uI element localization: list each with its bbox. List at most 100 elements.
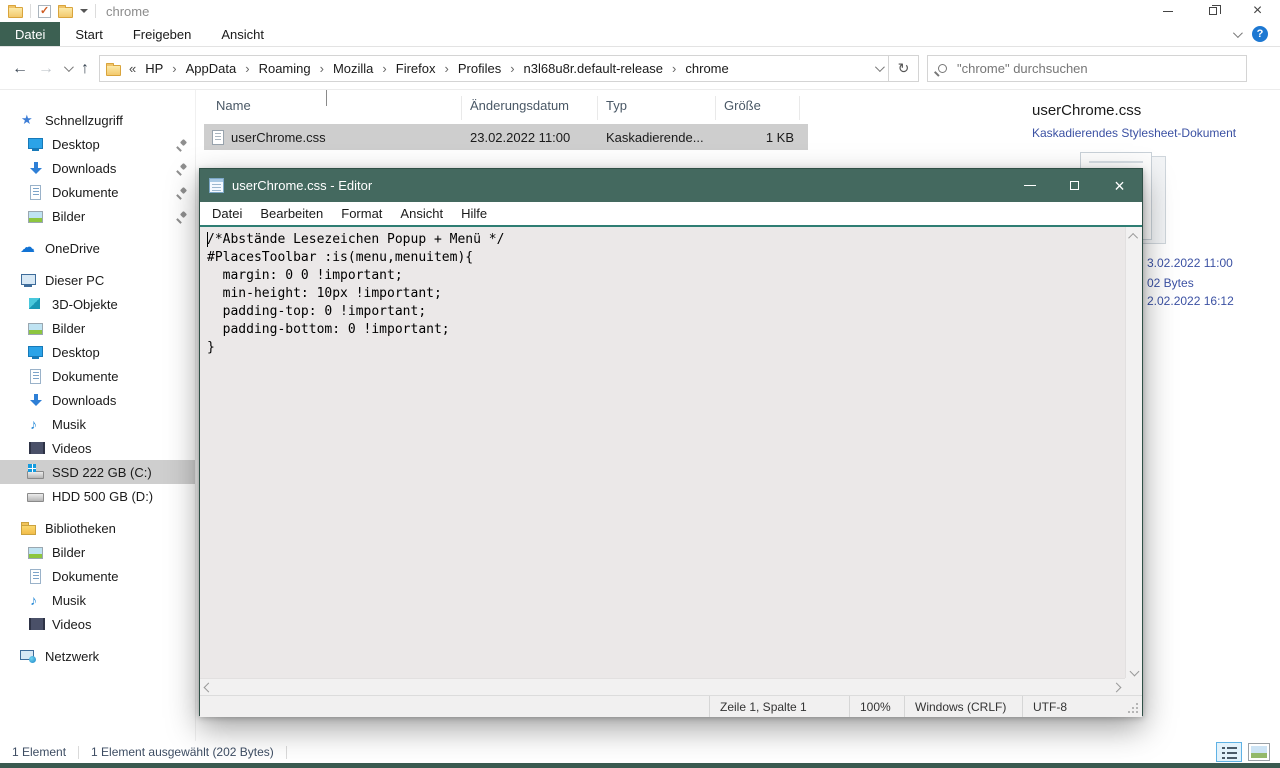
column-header-aenderungsdatum[interactable]: Änderungsdatum (462, 96, 598, 120)
scroll-right-icon[interactable] (1112, 683, 1122, 693)
sidebar-item-dokumente[interactable]: Dokumente (0, 180, 195, 204)
sidebar-item-bilder-pc[interactable]: Bilder (0, 316, 195, 340)
sidebar-item-bilder[interactable]: Bilder (0, 204, 195, 228)
breadcrumb-overflow-chevron[interactable] (129, 61, 136, 76)
sidebar-item-musik-lib[interactable]: Musik (0, 588, 195, 612)
column-header-name[interactable]: Name (196, 96, 462, 120)
minimize-icon (1163, 11, 1173, 12)
help-icon[interactable] (1252, 26, 1268, 42)
music-note-icon (27, 416, 44, 432)
notepad-titlebar[interactable]: userChrome.css - Editor (200, 169, 1142, 202)
window-controls (1145, 0, 1280, 22)
minimize-icon (1024, 185, 1036, 186)
table-row-userchrome-css[interactable]: userChrome.css 23.02.2022 11:00 Kaskadie… (204, 124, 808, 150)
sidebar-item-3d-objekte[interactable]: 3D-Objekte (0, 292, 195, 316)
sidebar-item-videos-lib[interactable]: Videos (0, 612, 195, 636)
ribbon-tabs: Datei Start Freigeben Ansicht (0, 22, 1280, 47)
horizontal-scrollbar[interactable] (200, 678, 1125, 695)
css-file-icon (212, 130, 224, 145)
sidebar-item-ssd-c[interactable]: SSD 222 GB (C:) (0, 460, 195, 484)
file-name: userChrome.css (231, 130, 326, 145)
column-header-groesse[interactable]: Größe (716, 96, 800, 120)
encoding: UTF-8 (1022, 696, 1114, 717)
address-bar[interactable]: HP AppData Roaming Mozilla Firefox Profi… (99, 55, 889, 82)
tab-freigeben[interactable]: Freigeben (118, 22, 207, 46)
tab-ansicht[interactable]: Ansicht (206, 22, 279, 46)
sidebar-item-dokumente-pc[interactable]: Dokumente (0, 364, 195, 388)
breadcrumb-profile-folder[interactable]: n3l68u8r.default-release (521, 61, 667, 76)
details-view-button[interactable] (1216, 742, 1242, 762)
recent-locations-icon[interactable] (64, 62, 74, 72)
tab-start[interactable]: Start (60, 22, 117, 46)
new-folder-icon[interactable] (58, 7, 73, 18)
notepad-close-button[interactable] (1097, 169, 1142, 202)
file-type: Kaskadierende... (598, 130, 716, 145)
restore-button[interactable] (1190, 0, 1235, 22)
customize-toolbar-icon[interactable] (80, 9, 88, 13)
sidebar-item-hdd-d[interactable]: HDD 500 GB (D:) (0, 484, 195, 508)
breadcrumb-appdata[interactable]: AppData (183, 61, 240, 76)
sidebar-item-dokumente-lib[interactable]: Dokumente (0, 564, 195, 588)
window-bottom-border (0, 763, 1280, 768)
notepad-text-area[interactable]: /*Abstände Lesezeichen Popup + Menü */ #… (200, 227, 1142, 695)
sidebar-item-dieser-pc[interactable]: Dieser PC (0, 268, 195, 292)
resize-grip[interactable] (1114, 696, 1142, 717)
forward-button[interactable] (38, 60, 54, 78)
restore-icon (1209, 7, 1217, 15)
pin-icon (176, 187, 187, 198)
breadcrumb-mozilla[interactable]: Mozilla (330, 61, 376, 76)
menu-bearbeiten[interactable]: Bearbeiten (251, 206, 332, 221)
details-file-type: Kaskadierendes Stylesheet-Dokument (1032, 126, 1236, 140)
sidebar-item-downloads[interactable]: Downloads (0, 156, 195, 180)
menu-format[interactable]: Format (332, 206, 391, 221)
search-input[interactable]: "chrome" durchsuchen (927, 55, 1247, 82)
menu-hilfe[interactable]: Hilfe (452, 206, 496, 221)
breadcrumb-separator (441, 61, 453, 76)
tab-datei[interactable]: Datei (0, 22, 60, 46)
scroll-up-icon[interactable] (1128, 233, 1138, 243)
large-icons-view-button[interactable] (1248, 743, 1270, 761)
sidebar-item-bibliotheken[interactable]: Bibliotheken (0, 516, 195, 540)
sort-ascending-icon[interactable] (326, 90, 327, 105)
breadcrumb-separator (668, 61, 680, 76)
expand-ribbon-icon[interactable] (1233, 28, 1243, 38)
sidebar-item-bilder-lib[interactable]: Bilder (0, 540, 195, 564)
refresh-button[interactable] (889, 55, 919, 82)
sidebar-item-onedrive[interactable]: OneDrive (0, 236, 195, 260)
menu-datei[interactable]: Datei (203, 206, 251, 221)
minimize-button[interactable] (1145, 0, 1190, 22)
sidebar-item-desktop-pc[interactable]: Desktop (0, 340, 195, 364)
close-button[interactable] (1235, 0, 1280, 22)
sidebar-item-musik-pc[interactable]: Musik (0, 412, 195, 436)
breadcrumb-profiles[interactable]: Profiles (455, 61, 504, 76)
explorer-window: chrome Datei Start Freigeben Ansicht HP (0, 0, 1280, 768)
sidebar-item-schnellzugriff[interactable]: Schnellzugriff (0, 108, 195, 132)
sidebar-item-downloads-pc[interactable]: Downloads (0, 388, 195, 412)
notepad-maximize-button[interactable] (1052, 169, 1097, 202)
document-icon (27, 568, 44, 584)
up-button[interactable] (81, 60, 89, 78)
window-title: chrome (106, 4, 149, 19)
downloads-arrow-icon (27, 160, 44, 176)
breadcrumb-roaming[interactable]: Roaming (256, 61, 314, 76)
column-header-typ[interactable]: Typ (598, 96, 716, 120)
properties-icon[interactable] (38, 5, 51, 18)
notepad-minimize-button[interactable] (1007, 169, 1052, 202)
menu-ansicht[interactable]: Ansicht (391, 206, 452, 221)
scroll-down-icon[interactable] (1130, 667, 1140, 677)
sidebar-item-desktop[interactable]: Desktop (0, 132, 195, 156)
maximize-icon (1070, 181, 1079, 190)
pin-icon (176, 211, 187, 222)
vertical-scrollbar[interactable] (1125, 227, 1142, 678)
sidebar-item-videos-pc[interactable]: Videos (0, 436, 195, 460)
breadcrumb-hp[interactable]: HP (142, 61, 166, 76)
back-button[interactable] (12, 60, 28, 78)
app-folder-icon (8, 7, 23, 18)
breadcrumb-firefox[interactable]: Firefox (393, 61, 439, 76)
details-size: 02 Bytes (1147, 276, 1194, 290)
notepad-content[interactable]: /*Abstände Lesezeichen Popup + Menü */ #… (200, 227, 1125, 678)
address-dropdown-icon[interactable] (875, 62, 885, 72)
breadcrumb-chrome[interactable]: chrome (682, 61, 731, 76)
scroll-left-icon[interactable] (204, 683, 214, 693)
sidebar-item-netzwerk[interactable]: Netzwerk (0, 644, 195, 668)
